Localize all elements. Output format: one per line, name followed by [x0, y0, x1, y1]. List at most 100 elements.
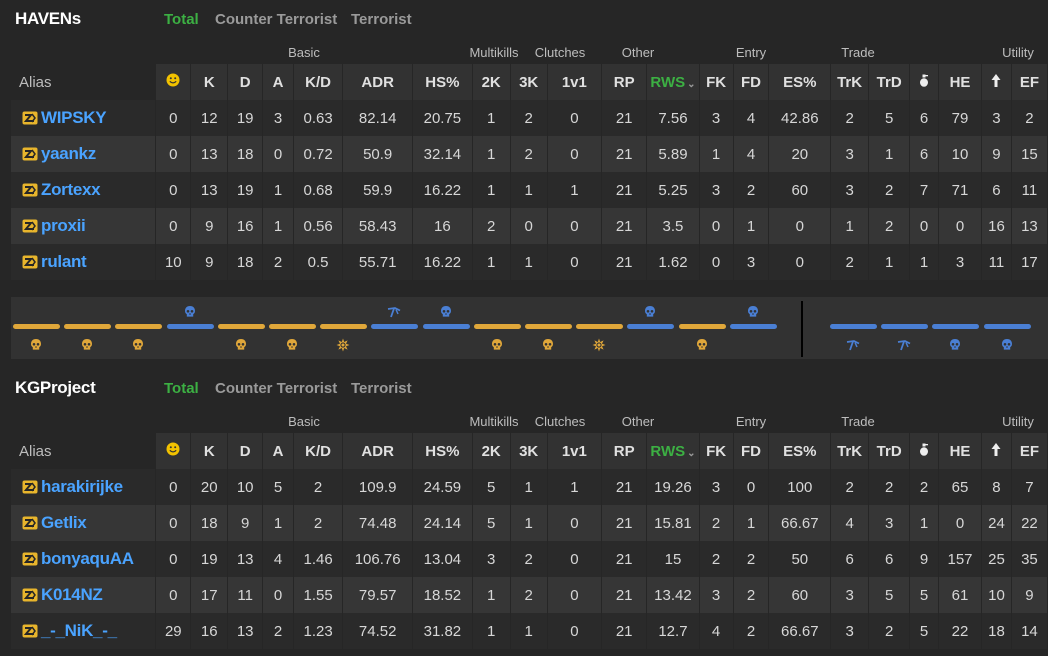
- player-name-link[interactable]: proxii: [41, 216, 86, 235]
- col-trk-header[interactable]: TrK: [830, 433, 870, 469]
- round-14[interactable]: [678, 297, 728, 359]
- player-name-link[interactable]: Zortexx: [41, 180, 101, 199]
- tab-total[interactable]: Total: [164, 11, 199, 28]
- player-name-link[interactable]: Getlix: [41, 513, 87, 532]
- col-alias-header: Alias: [11, 64, 157, 100]
- round-18[interactable]: [932, 297, 981, 359]
- round-12[interactable]: [576, 297, 625, 359]
- round-4[interactable]: [166, 297, 216, 359]
- col-trd-value: 3: [868, 505, 911, 541]
- col-mvp-header[interactable]: [155, 433, 192, 469]
- round-19[interactable]: [983, 297, 1033, 359]
- round-11[interactable]: [525, 297, 574, 359]
- col-kills-value: 16: [190, 613, 229, 649]
- round-3[interactable]: [115, 297, 164, 359]
- col-he-header[interactable]: HE: [938, 433, 983, 469]
- round-6[interactable]: [269, 297, 318, 359]
- col-rws-value: 7.56: [646, 100, 700, 136]
- round-17[interactable]: [881, 297, 930, 359]
- tab-counter-terrorist[interactable]: Counter Terrorist: [215, 11, 337, 28]
- player-cell: _-_NiK_-_: [11, 613, 157, 649]
- rank-icon: [22, 111, 38, 125]
- player-name-link[interactable]: WIPSKY: [41, 108, 107, 127]
- col-he-header[interactable]: HE: [938, 64, 983, 100]
- col-rws-header[interactable]: RWS ⌄: [646, 433, 700, 469]
- col-trd-header[interactable]: TrD: [868, 64, 911, 100]
- col-es-header[interactable]: ES%: [768, 64, 832, 100]
- player-name-link[interactable]: bonyaquAA: [41, 549, 134, 568]
- col-2k-header[interactable]: 2K: [472, 64, 511, 100]
- col-trd-value: 2: [868, 208, 911, 244]
- col-fd-header[interactable]: FD: [733, 433, 770, 469]
- col-adr-header[interactable]: ADR: [342, 433, 414, 469]
- col-assists-header[interactable]: A: [262, 64, 294, 100]
- col-1v1-header[interactable]: 1v1: [547, 433, 603, 469]
- col-trd-header[interactable]: TrD: [868, 433, 911, 469]
- col-kills-header[interactable]: K: [190, 64, 229, 100]
- tab-terrorist[interactable]: Terrorist: [351, 11, 412, 28]
- round-8[interactable]: [371, 297, 420, 359]
- round-1[interactable]: [13, 297, 62, 359]
- bomb-exploded-icon: [592, 338, 608, 352]
- col-kills-header[interactable]: K: [190, 433, 229, 469]
- round-9[interactable]: [422, 297, 472, 359]
- col-flash-header[interactable]: [909, 433, 939, 469]
- col-3k-header[interactable]: 3K: [510, 64, 548, 100]
- col-flash-header[interactable]: [909, 64, 939, 100]
- round-16[interactable]: [830, 297, 879, 359]
- col-deaths-header[interactable]: D: [227, 64, 264, 100]
- round-5[interactable]: [217, 297, 267, 359]
- player-name-link[interactable]: rulant: [41, 252, 87, 271]
- player-name-link[interactable]: harakirijke: [41, 477, 123, 496]
- col-deaths-value: 13: [227, 613, 264, 649]
- t-win-bar: [64, 324, 112, 329]
- col-1v1-header[interactable]: 1v1: [547, 64, 603, 100]
- col-alias-header: Alias: [11, 433, 157, 469]
- col-trk-header[interactable]: TrK: [830, 64, 870, 100]
- tab-terrorist[interactable]: Terrorist: [351, 380, 412, 397]
- group-basic: Basic: [288, 414, 320, 429]
- round-2[interactable]: [64, 297, 113, 359]
- tab-counter-terrorist[interactable]: Counter Terrorist: [215, 380, 337, 397]
- col-fk-header[interactable]: FK: [699, 64, 734, 100]
- col-kd-header[interactable]: K/D: [293, 433, 344, 469]
- col-2k-value: 1: [472, 244, 511, 280]
- smiley-icon: [166, 442, 180, 460]
- player-name-link[interactable]: yaankz: [41, 144, 96, 163]
- player-name-link[interactable]: K014NZ: [41, 585, 103, 604]
- col-kills-value: 17: [190, 577, 229, 613]
- col-rws-header[interactable]: RWS ⌄: [646, 64, 700, 100]
- tab-total[interactable]: Total: [164, 380, 199, 397]
- col-3k-header[interactable]: 3K: [510, 433, 548, 469]
- col-adr-header[interactable]: ADR: [342, 64, 414, 100]
- col-es-header[interactable]: ES%: [768, 433, 832, 469]
- col-mvp-header[interactable]: [155, 64, 192, 100]
- half-separator: [801, 301, 803, 357]
- round-13[interactable]: [627, 297, 676, 359]
- col-deaths-header[interactable]: D: [227, 433, 264, 469]
- col-deaths-value: 18: [227, 136, 264, 172]
- col-hs-header[interactable]: HS%: [412, 64, 473, 100]
- col-assists-value: 1: [262, 172, 294, 208]
- player-name-link[interactable]: _-_NiK_-_: [41, 621, 117, 640]
- col-rp-header[interactable]: RP: [601, 64, 648, 100]
- col-fk-header[interactable]: FK: [699, 433, 734, 469]
- round-15[interactable]: [729, 297, 779, 359]
- col-hs-header[interactable]: HS%: [412, 433, 473, 469]
- col-kd-header[interactable]: K/D: [293, 64, 344, 100]
- col-ef-header[interactable]: EF: [1011, 433, 1048, 469]
- table-header-row: Alias K D A K/D ADR HS% 2K 3K 1v1 RP RWS ⌄ FK FD ES% TrK…: [11, 433, 1048, 469]
- skull-icon: [183, 305, 199, 319]
- col-assists-header[interactable]: A: [262, 433, 294, 469]
- player-row: yaankz 0 13 18 0 0.72 50.9 32.14 1 2 0 21 5.89 1 4 20 3 1…: [11, 136, 1048, 172]
- col-rp-value: 21: [601, 244, 648, 280]
- col-util-header[interactable]: [981, 433, 1012, 469]
- col-rp-header[interactable]: RP: [601, 433, 648, 469]
- col-ef-header[interactable]: EF: [1011, 64, 1048, 100]
- col-fd-header[interactable]: FD: [733, 64, 770, 100]
- col-2k-header[interactable]: 2K: [472, 433, 511, 469]
- round-10[interactable]: [473, 297, 523, 359]
- round-7[interactable]: [320, 297, 369, 359]
- col-util-header[interactable]: [981, 64, 1012, 100]
- col-trk-value: 6: [830, 541, 870, 577]
